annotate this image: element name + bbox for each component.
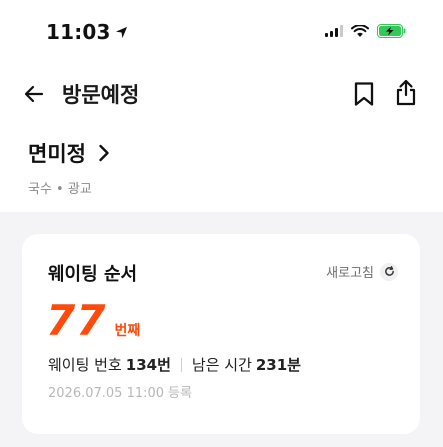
status-time: 11:03 <box>46 20 128 44</box>
bookmark-icon[interactable] <box>352 81 376 107</box>
status-indicators <box>325 24 407 38</box>
refresh-button[interactable]: 새로고침 <box>326 262 398 281</box>
store-link[interactable]: 면미정 <box>28 138 110 168</box>
store-name: 면미정 <box>28 142 86 166</box>
page-title: 방문예정 <box>62 83 140 107</box>
info-divider <box>180 357 182 372</box>
waiting-number-label: 웨이팅 번호 <box>48 356 122 374</box>
store-header: 면미정 국수 • 광교 <box>28 138 110 197</box>
store-category: 국수 • 광교 <box>28 182 92 197</box>
cellular-signal-icon <box>325 25 343 37</box>
waiting-info: 웨이팅 번호 134번 남은 시간 231분 <box>48 354 301 375</box>
chevron-right-icon <box>99 144 109 162</box>
wifi-icon <box>351 24 369 37</box>
waiting-order-number: 77 <box>46 296 107 345</box>
waiting-card-title: 웨이팅 순서 <box>48 264 138 285</box>
battery-charging-icon <box>377 24 406 38</box>
refresh-icon <box>384 266 394 276</box>
remaining-time-label: 남은 시간 <box>191 356 252 374</box>
arrow-left-icon[interactable] <box>22 82 46 106</box>
waiting-order-unit: 번째 <box>114 323 141 339</box>
status-bar: 11:03 <box>0 0 443 64</box>
registered-timestamp: 2026.07.05 11:00 등록 <box>48 386 193 401</box>
refresh-icon-badge <box>380 262 398 281</box>
nav-bar: 방문예정 <box>0 70 443 118</box>
waiting-number-value: 134번 <box>125 356 171 374</box>
remaining-time-value: 231분 <box>255 356 301 374</box>
waiting-card: 웨이팅 순서 새로고침 77 번째 웨이팅 번호 134번 남은 시간 231분… <box>22 234 420 434</box>
share-icon[interactable] <box>394 79 418 107</box>
location-arrow-icon <box>115 26 127 38</box>
waiting-order: 77 번째 <box>46 296 140 345</box>
status-time-text: 11:03 <box>46 20 111 44</box>
refresh-label: 새로고침 <box>326 266 374 281</box>
